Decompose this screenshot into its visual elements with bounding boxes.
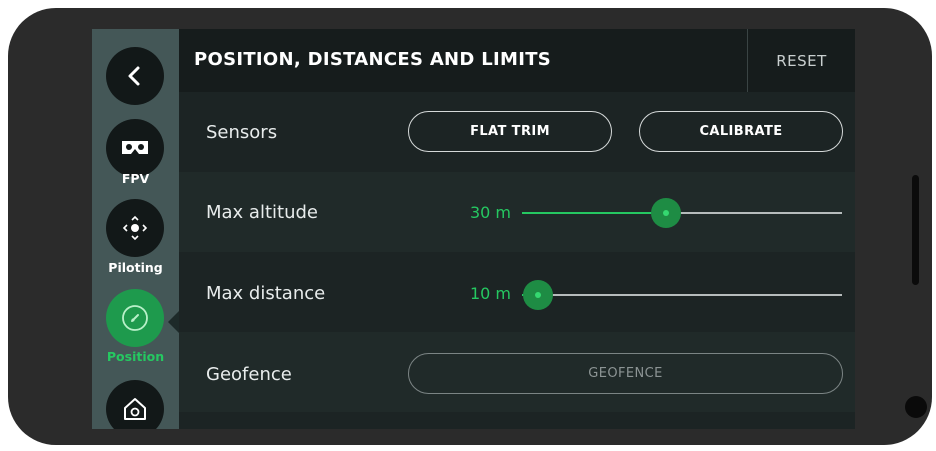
geofence-row: Geofence GEOFENCE	[179, 332, 855, 412]
nav-rail: FPV Piloting Position	[92, 29, 179, 429]
header-bar: POSITION, DISTANCES AND LIMITS RESET	[179, 29, 855, 92]
home-icon	[124, 398, 146, 420]
max-distance-label: Max distance	[206, 283, 326, 304]
max-distance-row: Max distance 10 m	[179, 252, 855, 332]
max-altitude-track[interactable]	[666, 212, 842, 214]
chevron-left-icon	[128, 66, 140, 86]
app-screen: FPV Piloting Position POSITION, DISTANCE…	[92, 29, 855, 429]
thumb-dot	[535, 292, 541, 298]
nav-item-piloting[interactable]	[106, 199, 164, 257]
reset-button[interactable]: RESET	[748, 29, 855, 92]
nav-label-piloting: Piloting	[108, 260, 163, 275]
geofence-label: Geofence	[206, 364, 292, 385]
camera-dot	[905, 396, 927, 418]
sensors-row: Sensors FLAT TRIM CALIBRATE	[179, 92, 855, 172]
sensors-label: Sensors	[206, 122, 278, 143]
back-button[interactable]	[106, 47, 164, 105]
max-altitude-value: 30 m	[469, 203, 511, 222]
joystick-icon	[122, 215, 148, 241]
max-distance-slider-thumb[interactable]	[523, 280, 553, 310]
vr-headset-icon	[122, 141, 148, 154]
nav-item-position[interactable]	[106, 289, 164, 347]
geofence-button[interactable]: GEOFENCE	[408, 353, 843, 394]
page-title: POSITION, DISTANCES AND LIMITS	[194, 49, 552, 70]
nav-label-fpv: FPV	[121, 171, 150, 186]
max-altitude-slider-thumb[interactable]	[651, 198, 681, 228]
calibrate-button[interactable]: CALIBRATE	[639, 111, 843, 152]
compass-icon	[122, 305, 148, 331]
max-altitude-row: Max altitude 30 m	[179, 172, 855, 252]
max-altitude-label: Max altitude	[206, 202, 318, 223]
max-distance-track[interactable]	[538, 294, 842, 296]
thumb-dot	[663, 210, 669, 216]
active-nav-indicator	[168, 311, 179, 333]
max-distance-value: 10 m	[469, 284, 511, 303]
flat-trim-button[interactable]: FLAT TRIM	[408, 111, 612, 152]
nav-item-fpv[interactable]	[106, 119, 164, 177]
phone-side-slot	[912, 175, 919, 285]
nav-item-home[interactable]	[106, 380, 164, 429]
max-altitude-track-fill	[522, 212, 666, 214]
nav-label-position: Position	[106, 349, 165, 364]
